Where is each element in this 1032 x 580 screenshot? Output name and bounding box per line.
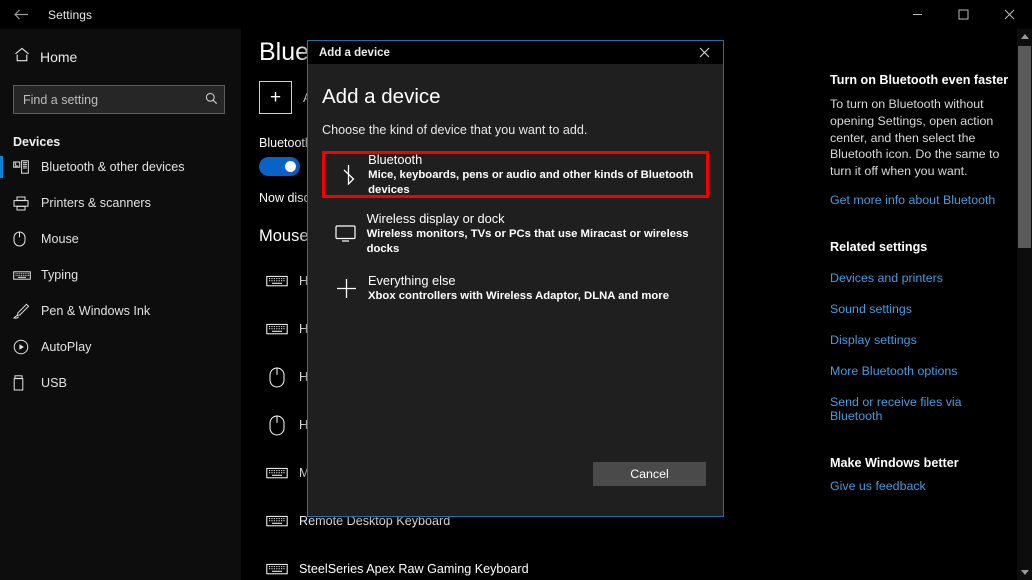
sidebar-label: USB bbox=[41, 376, 67, 390]
window-controls bbox=[894, 0, 1032, 29]
sidebar-label: Pen & Windows Ink bbox=[41, 304, 151, 318]
minimize-button[interactable] bbox=[894, 0, 940, 29]
sidebar-label: Printers & scanners bbox=[41, 196, 151, 210]
bluetooth-toggle[interactable] bbox=[259, 157, 300, 176]
choice-title: Wireless display or dock bbox=[366, 210, 505, 226]
choice-description: Wireless monitors, TVs or PCs that use M… bbox=[366, 227, 689, 255]
printer-icon bbox=[13, 196, 41, 211]
choice-text: Everything else Xbox controllers with Wi… bbox=[368, 273, 669, 304]
bluetooth-label: Bluetooth bbox=[259, 136, 312, 150]
link-display-settings[interactable]: Display settings bbox=[830, 333, 1010, 347]
close-button[interactable] bbox=[986, 0, 1032, 29]
link-get-more-info-bluetooth[interactable]: Get more info about Bluetooth bbox=[830, 193, 1010, 207]
mouse-icon bbox=[255, 415, 299, 436]
dialog-body: Add a device Choose the kind of device t… bbox=[308, 64, 723, 516]
device-name: SteelSeries Apex Raw Gaming Keyboard bbox=[299, 562, 529, 576]
choice-title: Everything else bbox=[368, 273, 456, 288]
keyboard-icon bbox=[255, 466, 299, 480]
back-button[interactable] bbox=[0, 0, 42, 29]
sidebar-item-mouse[interactable]: Mouse bbox=[0, 221, 241, 257]
plus-icon: + bbox=[259, 81, 292, 114]
sidebar-item-printers-scanners[interactable]: Printers & scanners bbox=[0, 185, 241, 221]
mouse-icon bbox=[255, 367, 299, 388]
sidebar-home-label: Home bbox=[40, 49, 78, 65]
choice-bluetooth[interactable]: Bluetooth Mice, keyboards, pens or audio… bbox=[322, 151, 709, 198]
choice-description: Mice, keyboards, pens or audio and other… bbox=[368, 168, 694, 196]
scroll-down-arrow-icon[interactable] bbox=[1017, 564, 1032, 580]
choice-text: Bluetooth Mice, keyboards, pens or audio… bbox=[368, 152, 706, 198]
choice-description: Xbox controllers with Wireless Adaptor, … bbox=[368, 290, 669, 302]
sidebar: Home Devices Bluetooth & other devices P… bbox=[0, 29, 241, 580]
search-input[interactable] bbox=[23, 92, 201, 107]
keyboard-icon bbox=[255, 562, 299, 576]
keyboard-icon bbox=[255, 514, 299, 528]
window-titlebar: Settings bbox=[0, 0, 1032, 29]
related-settings-heading: Related settings bbox=[830, 239, 928, 254]
faster-body: To turn on Bluetooth without opening Set… bbox=[830, 97, 1000, 179]
link-devices-and-printers[interactable]: Devices and printers bbox=[830, 271, 1010, 285]
choice-everything-else[interactable]: Everything else Xbox controllers with Wi… bbox=[322, 266, 709, 311]
search-icon bbox=[205, 92, 218, 108]
sidebar-label: Bluetooth & other devices bbox=[41, 160, 185, 174]
pen-icon bbox=[13, 303, 41, 319]
usb-icon bbox=[13, 375, 41, 391]
maximize-button[interactable] bbox=[940, 0, 986, 29]
choice-wireless-display-or-dock[interactable]: Wireless display or dock Wireless monito… bbox=[322, 211, 709, 256]
related-info-panel: Turn on Bluetooth even faster To turn on… bbox=[830, 73, 1010, 493]
dialog-subheading: Choose the kind of device that you want … bbox=[322, 123, 588, 137]
link-give-us-feedback[interactable]: Give us feedback bbox=[830, 479, 1010, 493]
scroll-up-arrow-icon[interactable] bbox=[1017, 29, 1032, 45]
choice-title: Bluetooth bbox=[368, 151, 423, 167]
home-icon bbox=[14, 47, 40, 67]
sidebar-item-autoplay[interactable]: AutoPlay bbox=[0, 329, 241, 365]
vertical-scrollbar[interactable] bbox=[1017, 29, 1032, 580]
sidebar-label: Mouse bbox=[41, 232, 79, 246]
sidebar-label: Typing bbox=[41, 268, 79, 282]
sidebar-label: AutoPlay bbox=[41, 340, 92, 354]
dialog-close-button[interactable] bbox=[685, 41, 723, 64]
sidebar-item-usb[interactable]: USB bbox=[0, 365, 241, 401]
sidebar-item-home[interactable]: Home bbox=[0, 40, 241, 74]
table-row[interactable]: SteelSeries Apex Raw Gaming Keyboard bbox=[255, 545, 955, 580]
keyboard-icon bbox=[255, 322, 299, 336]
app-title: Settings bbox=[48, 7, 93, 22]
link-sound-settings[interactable]: Sound settings bbox=[830, 302, 1010, 316]
dialog-titlebar-text: Add a device bbox=[319, 46, 390, 59]
keyboard-icon bbox=[13, 270, 41, 281]
feedback-heading: Make Windows better bbox=[830, 455, 959, 470]
sidebar-section-title: Devices bbox=[13, 135, 61, 149]
add-device-dialog: Add a device Add a device Choose the kin… bbox=[307, 40, 724, 517]
keyboard-icon bbox=[255, 274, 299, 288]
autoplay-icon bbox=[13, 339, 41, 355]
search-box[interactable] bbox=[13, 85, 225, 114]
mouse-icon bbox=[13, 231, 41, 247]
sidebar-item-bluetooth-other-devices[interactable]: Bluetooth & other devices bbox=[0, 149, 241, 185]
plus-icon bbox=[330, 278, 363, 299]
choice-text: Wireless display or dock Wireless monito… bbox=[367, 211, 709, 257]
cancel-button[interactable]: Cancel bbox=[593, 462, 706, 486]
bluetooth-icon bbox=[333, 164, 363, 185]
bluetooth-devices-icon bbox=[13, 160, 41, 174]
dialog-heading: Add a device bbox=[322, 85, 441, 108]
monitor-icon bbox=[330, 225, 362, 242]
sidebar-item-typing[interactable]: Typing bbox=[0, 257, 241, 293]
link-send-receive-files-bluetooth[interactable]: Send or receive files via Bluetooth bbox=[830, 395, 1010, 423]
scrollbar-thumb[interactable] bbox=[1018, 46, 1031, 248]
faster-heading: Turn on Bluetooth even faster bbox=[830, 73, 1009, 87]
dialog-titlebar: Add a device bbox=[308, 41, 723, 64]
sidebar-item-pen-windows-ink[interactable]: Pen & Windows Ink bbox=[0, 293, 241, 329]
link-more-bluetooth-options[interactable]: More Bluetooth options bbox=[830, 364, 1010, 378]
related-links-list: Devices and printers Sound settings Disp… bbox=[830, 271, 1010, 423]
